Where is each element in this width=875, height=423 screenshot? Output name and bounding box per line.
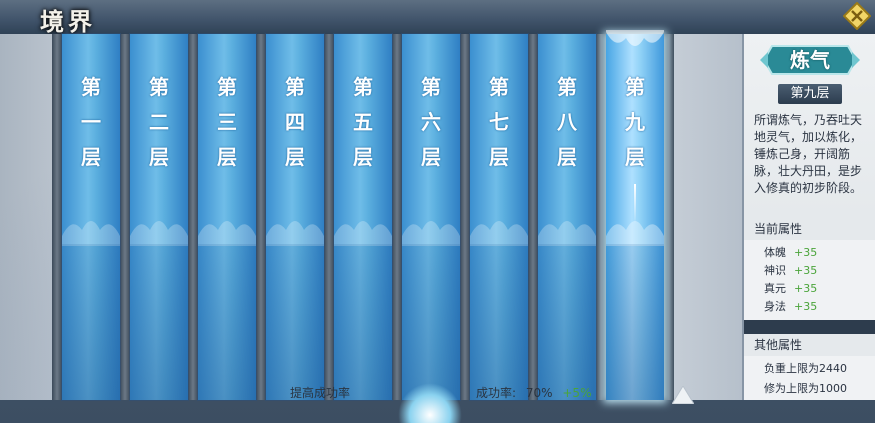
layer-banner-1[interactable]: 第一层 [62,34,120,400]
layer-banner-label: 第三层 [217,75,237,169]
other-attrs-body: 负重上限为2440 修为上限为1000 [744,356,875,400]
cloud-ornament-icon [266,221,324,246]
other-attr-row: 修为上限为1000 [764,382,847,395]
success-rate-label: 成功率: [476,386,517,400]
layer-banner-8[interactable]: 第八层 [538,34,596,400]
banner-shadow [606,244,664,400]
layer-banner-label: 第四层 [285,75,305,169]
banner-shadow [198,244,256,400]
attr-row: 真元 +35 [764,282,818,295]
realm-description: 所谓炼气，乃吞吐天地灵气，加以炼化，锤炼己身，开阔筋脉，壮大丹田，是步入修真的初… [754,113,863,195]
cloud-ornament-icon [470,221,528,246]
banner-shadow [62,244,120,400]
cloud-ornament-icon [538,221,596,246]
success-rate: 成功率: 70% +5% [476,384,591,401]
banner-pole [120,34,130,400]
layer-banner-label: 第一层 [81,75,101,169]
banner-shadow [130,244,188,400]
banner-shadow [266,244,324,400]
banner-pole [596,34,606,400]
cloud-ornament-icon [334,221,392,246]
current-attrs-body: 体魄 +35 神识 +35 真元 +35 身法 +35 [744,240,875,320]
banner-pole [188,34,198,400]
layer-banner-label: 第七层 [489,75,509,169]
banner-pole [528,34,538,400]
realm-info-top: 炼气 第九层 所谓炼气，乃吞吐天地灵气，加以炼化，锤炼己身，开阔筋脉，壮大丹田，… [744,34,875,234]
layer-banner-label: 第六层 [421,75,441,169]
cloud-ornament-icon [606,30,664,46]
attr-row: 体魄 +35 [764,246,818,259]
layer-banner-6[interactable]: 第六层 [402,34,460,400]
banner-shadow [538,244,596,400]
realm-name: 炼气 [790,48,830,72]
other-attr-row: 负重上限为2440 [764,362,847,375]
layer-banner-2[interactable]: 第二层 [130,34,188,400]
success-rate-bonus: +5% [562,386,592,400]
banner-pole [460,34,470,400]
cloud-ornament-icon [402,221,460,246]
improve-rate-label[interactable]: 提高成功率 [290,384,350,401]
layer-banner-5[interactable]: 第五层 [334,34,392,400]
layer-banner-label: 第九层 [625,75,645,169]
layer-tag: 第九层 [778,84,842,104]
layer-banner-label: 第五层 [353,75,373,169]
selected-marker [634,184,636,224]
layer-banner-4[interactable]: 第四层 [266,34,324,400]
banner-pole [324,34,334,400]
realm-info-panel: 炼气 第九层 所谓炼气，乃吞吐天地灵气，加以炼化，锤炼己身，开阔筋脉，壮大丹田，… [742,34,875,400]
layer-banners: 第一层 第二层 第三层 第四层 第五层 第六层 第七层 第八层 第九层 [0,30,742,400]
breakthrough-orb-button[interactable] [398,383,462,423]
banner-pole [392,34,402,400]
current-attrs-header: 当前属性 [744,218,875,240]
layer-banner-7[interactable]: 第七层 [470,34,528,400]
arrow-right-icon[interactable] [672,386,694,404]
banner-shadow [334,244,392,400]
cloud-ornament-icon [130,221,188,246]
layer-banner-label: 第八层 [557,75,577,169]
page-title: 境界 [40,7,96,36]
layer-banner-9[interactable]: 第九层 [606,30,664,400]
other-attrs-header: 其他属性 [744,334,875,356]
layer-banner-label: 第二层 [149,75,169,169]
title-bar: 境界 [0,0,875,36]
banner-pole [664,34,674,400]
attr-row: 神识 +35 [764,264,818,277]
banner-shadow [402,244,460,400]
attr-row: 身法 +35 [764,300,818,313]
banner-pole [256,34,266,400]
close-icon[interactable] [843,2,871,30]
banner-shadow [470,244,528,400]
cloud-ornament-icon [62,221,120,246]
success-rate-value: 70% [525,386,553,400]
cloud-ornament-icon [198,221,256,246]
banner-pole [52,34,62,400]
layer-banner-3[interactable]: 第三层 [198,34,256,400]
